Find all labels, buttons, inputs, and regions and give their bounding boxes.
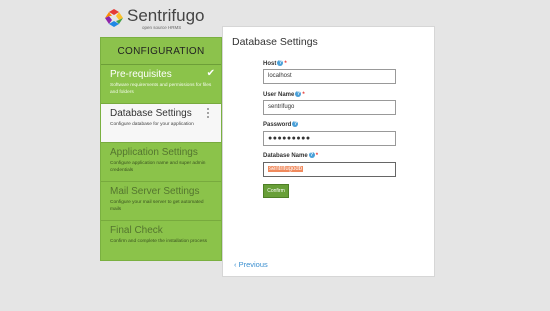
help-icon[interactable]: ? bbox=[308, 152, 315, 158]
checkmark-icon: ✔ bbox=[206, 68, 215, 79]
sentrifugo-logo-icon bbox=[105, 9, 123, 27]
previous-link[interactable]: ‹ Previous bbox=[234, 260, 268, 269]
host-label: Host? * bbox=[263, 60, 287, 67]
more-vertical-icon bbox=[207, 108, 210, 120]
database-settings-panel: Database Settings Host? * localhost User … bbox=[222, 26, 435, 277]
step-title: Database Settings bbox=[110, 108, 192, 119]
step-title: Mail Server Settings bbox=[110, 186, 200, 197]
help-icon[interactable]: ? bbox=[292, 121, 299, 127]
database-name-label: Database Name? * bbox=[263, 152, 318, 159]
user-name-input[interactable]: sentrifugo bbox=[263, 100, 396, 115]
page-title: Database Settings bbox=[232, 36, 318, 48]
help-icon[interactable]: ? bbox=[295, 91, 302, 97]
configuration-sidebar: CONFIGURATION Pre-requisites Software re… bbox=[100, 37, 222, 261]
host-input[interactable]: localhost bbox=[263, 69, 396, 84]
step-description: Configure database for your application bbox=[110, 122, 194, 127]
user-name-label: User Name? * bbox=[263, 91, 305, 98]
step-pre-requisites[interactable]: Pre-requisites Software requirements and… bbox=[101, 65, 221, 104]
confirm-button[interactable]: Confirm bbox=[263, 184, 289, 198]
required-marker: * bbox=[302, 92, 305, 98]
database-name-label-text: Database Name bbox=[263, 153, 308, 159]
step-description: Configure application name and super adm… bbox=[110, 161, 206, 173]
sidebar-header: CONFIGURATION bbox=[101, 38, 221, 65]
password-label-text: Password bbox=[263, 122, 292, 128]
step-database-settings[interactable]: Database Settings Configure database for… bbox=[101, 104, 221, 143]
step-title: Final Check bbox=[110, 225, 163, 236]
brand-name: Sentrifugo bbox=[127, 6, 205, 25]
step-title: Application Settings bbox=[110, 147, 198, 158]
step-description: Configure your mail server to get automa… bbox=[110, 200, 204, 212]
database-name-input[interactable]: sentrifugodb bbox=[263, 162, 396, 177]
help-icon[interactable]: ? bbox=[277, 60, 284, 66]
required-marker: * bbox=[315, 153, 319, 159]
brand-tagline: open source HRMS bbox=[142, 25, 182, 30]
step-application-settings: Application Settings Configure applicati… bbox=[101, 143, 221, 182]
required-marker: * bbox=[284, 61, 287, 67]
step-description: Software requirements and permissions fo… bbox=[110, 83, 212, 95]
step-final-check: Final Check Confirm and complete the ins… bbox=[101, 221, 221, 260]
password-label: Password? bbox=[263, 121, 299, 128]
user-name-label-text: User Name bbox=[263, 92, 295, 98]
step-title: Pre-requisites bbox=[110, 69, 172, 80]
selected-text: sentrifugodb bbox=[268, 166, 304, 172]
step-mail-server-settings: Mail Server Settings Configure your mail… bbox=[101, 182, 221, 221]
host-label-text: Host bbox=[263, 61, 277, 67]
password-input[interactable]: ●●●●●●●●● bbox=[263, 131, 396, 146]
step-description: Confirm and complete the installation pr… bbox=[110, 239, 208, 244]
